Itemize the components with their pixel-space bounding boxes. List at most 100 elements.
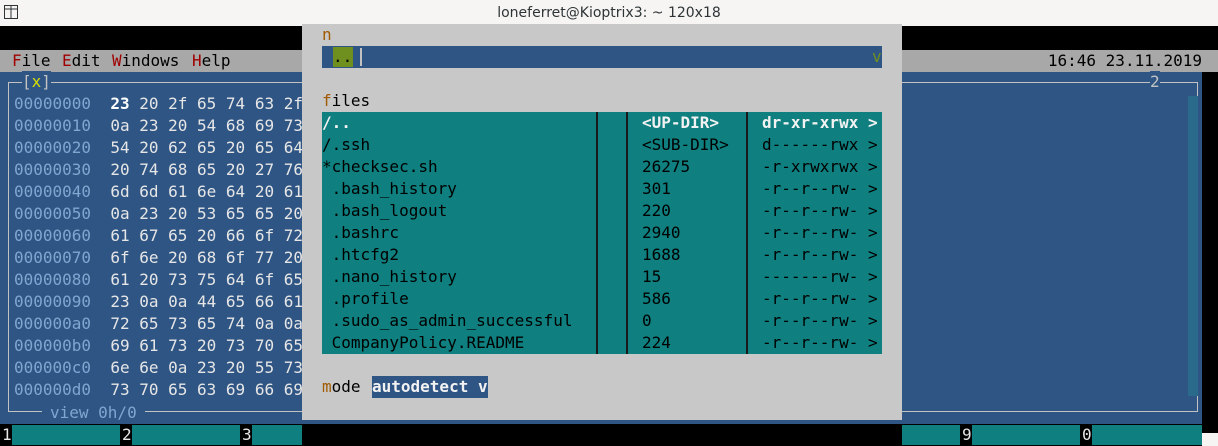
file-permissions: -r--r--rw- > bbox=[762, 311, 878, 330]
fkey-10-button[interactable] bbox=[1092, 425, 1202, 445]
file-permissions: -r--r--rw- > bbox=[762, 333, 878, 352]
hex-byte-first: 6d bbox=[110, 182, 130, 201]
file-permissions: -r--r--rw- > bbox=[762, 201, 878, 220]
hex-line: 00000050 0a 23 20 53 65 65 20 bbox=[14, 203, 303, 225]
hex-bytes: 0a 0a 44 65 66 61 bbox=[129, 292, 303, 311]
hex-address: 00000050 bbox=[14, 204, 92, 223]
hex-line: 00000000 23 20 2f 65 74 63 2f bbox=[14, 93, 303, 115]
hex-address: 00000060 bbox=[14, 226, 92, 245]
panel-number: 2 bbox=[1150, 71, 1160, 93]
file-size: <SUB-DIR> bbox=[642, 135, 729, 154]
updir-button[interactable]: .. bbox=[333, 47, 353, 67]
panel-status: view 0h/0 bbox=[42, 402, 145, 424]
hex-bytes: 20 73 75 64 6f 65 bbox=[129, 270, 303, 289]
hex-byte-first: 0a bbox=[110, 204, 130, 223]
file-size: 26275 bbox=[642, 157, 691, 176]
mode-dropdown[interactable]: autodetect v bbox=[372, 376, 488, 398]
fkey-3-button[interactable] bbox=[252, 425, 302, 445]
hex-bytes: 74 68 65 20 27 76 bbox=[129, 160, 303, 179]
file-permissions: -r--r--rw- > bbox=[762, 289, 878, 308]
hex-bytes: 20 2f 65 74 63 2f bbox=[129, 94, 303, 113]
hex-byte-first: 0a bbox=[110, 116, 130, 135]
hex-address: 00000000 bbox=[14, 94, 92, 113]
hex-address: 00000040 bbox=[14, 182, 92, 201]
menu-windows[interactable]: Windows bbox=[112, 50, 179, 72]
hex-line: 00000010 0a 23 20 54 68 69 73 bbox=[14, 115, 303, 137]
fkey-10-number: 0 bbox=[1082, 425, 1092, 444]
file-name: .nano_history bbox=[322, 267, 457, 286]
file-size: 301 bbox=[642, 179, 671, 198]
menu-file[interactable]: File bbox=[12, 50, 51, 72]
hex-line: 000000c0 6e 6e 0a 23 20 55 73 bbox=[14, 357, 303, 379]
hex-byte-first: 73 bbox=[110, 380, 130, 399]
hex-line: 00000060 61 67 65 20 66 6f 72 bbox=[14, 225, 303, 247]
hex-line: 000000b0 69 61 73 20 73 70 65 bbox=[14, 335, 303, 357]
hex-address: 000000b0 bbox=[14, 336, 92, 355]
hex-line: 00000090 23 0a 0a 44 65 66 61 bbox=[14, 291, 303, 313]
file-size: <UP-DIR> bbox=[642, 113, 720, 132]
hex-address: 000000c0 bbox=[14, 358, 92, 377]
file-name: /.ssh bbox=[322, 135, 371, 154]
hex-bytes: 23 20 53 65 65 20 bbox=[129, 204, 303, 223]
hex-byte-first: 61 bbox=[110, 270, 130, 289]
hex-address: 00000080 bbox=[14, 270, 92, 289]
hex-line: 00000070 6f 6e 20 68 6f 77 20 bbox=[14, 247, 303, 269]
file-size: 586 bbox=[642, 289, 671, 308]
path-dropdown-icon[interactable]: v bbox=[872, 46, 882, 68]
file-name: .htcfg2 bbox=[322, 245, 400, 264]
hex-bytes: 23 20 54 68 69 73 bbox=[129, 116, 303, 135]
hex-bytes: 20 62 65 20 65 64 bbox=[129, 138, 303, 157]
hex-byte-first: 23 bbox=[110, 292, 130, 311]
file-name: .profile bbox=[322, 289, 409, 308]
hex-byte-first: 69 bbox=[110, 336, 130, 355]
file-size: 2940 bbox=[642, 223, 681, 242]
hex-line: 00000030 20 74 68 65 20 27 76 bbox=[14, 159, 303, 181]
hex-address: 00000020 bbox=[14, 138, 92, 157]
function-key-bar: 1 2 3 9 0 bbox=[0, 424, 1202, 446]
path-cursor bbox=[360, 48, 362, 66]
fkey-2-number: 2 bbox=[122, 425, 132, 444]
file-size: 15 bbox=[642, 267, 662, 286]
hex-bytes: 61 73 20 73 70 65 bbox=[129, 336, 303, 355]
path-label: n bbox=[322, 25, 332, 44]
file-size: 1688 bbox=[642, 245, 681, 264]
file-size: 220 bbox=[642, 201, 671, 220]
hex-address: 00000010 bbox=[14, 116, 92, 135]
hex-byte-first: 6e bbox=[110, 358, 130, 377]
hex-line: 00000080 61 20 73 75 64 6f 65 bbox=[14, 269, 303, 291]
fkey-9-number: 9 bbox=[962, 425, 972, 444]
hex-bytes: 6e 20 68 6f 77 20 bbox=[129, 248, 303, 267]
hex-line: 000000d0 73 70 65 63 69 66 69 bbox=[14, 379, 303, 401]
menu-edit[interactable]: Edit bbox=[62, 50, 101, 72]
file-size: 224 bbox=[642, 333, 671, 352]
file-name: .bashrc bbox=[322, 223, 400, 242]
hex-byte-first: 20 bbox=[110, 160, 130, 179]
fkey-1-number: 1 bbox=[2, 425, 12, 444]
hex-bytes: 65 73 65 74 0a 0a bbox=[129, 314, 303, 333]
clock: 16:46 23.11.2019 bbox=[1047, 51, 1202, 70]
hex-address: 00000070 bbox=[14, 248, 92, 267]
path-input[interactable] bbox=[322, 46, 882, 68]
panel-scrollbar[interactable] bbox=[1188, 96, 1198, 396]
file-permissions: -r--r--rw- > bbox=[762, 245, 878, 264]
fkey-8-button[interactable] bbox=[902, 425, 960, 445]
hex-bytes: 70 65 63 69 66 69 bbox=[129, 380, 303, 399]
file-permissions: dr-xr-xrwx > bbox=[762, 113, 878, 132]
fkey-2-button[interactable] bbox=[132, 425, 240, 445]
fkey-1-button[interactable] bbox=[12, 425, 120, 445]
hex-address: 00000090 bbox=[14, 292, 92, 311]
file-name: *checksec.sh bbox=[322, 157, 438, 176]
file-name: /.. bbox=[322, 113, 351, 132]
fkey-9-button[interactable] bbox=[972, 425, 1080, 445]
file-permissions: -------rw- > bbox=[762, 267, 878, 286]
hex-byte-first: 72 bbox=[110, 314, 130, 333]
hex-byte-first: 54 bbox=[110, 138, 130, 157]
hex-bytes: 67 65 20 66 6f 72 bbox=[129, 226, 303, 245]
panel-close-marker[interactable]: [x] bbox=[22, 71, 51, 93]
hex-line: 00000040 6d 6d 61 6e 64 20 61 bbox=[14, 181, 303, 203]
file-name: .bash_history bbox=[322, 179, 457, 198]
file-size: 0 bbox=[642, 311, 652, 330]
menu-help[interactable]: Help bbox=[192, 50, 231, 72]
hex-address: 000000a0 bbox=[14, 314, 92, 333]
file-permissions: d------rwx > bbox=[762, 135, 878, 154]
